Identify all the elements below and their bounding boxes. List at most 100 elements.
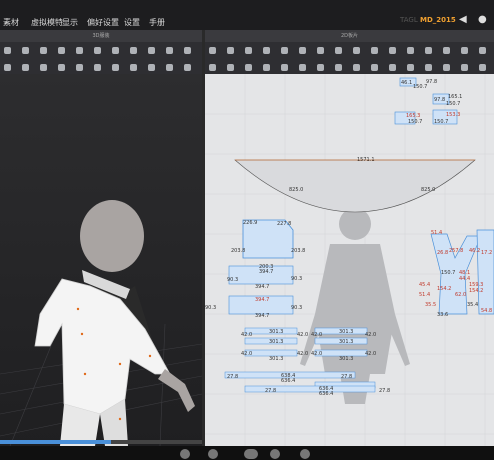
- viewport-2d[interactable]: 46.1 97.8 150.7 97.8 165.1 150.7 165.3 1…: [205, 74, 494, 446]
- volume-icon[interactable]: ◀: [459, 14, 467, 25]
- viewport-3d[interactable]: [0, 74, 202, 446]
- toolbar-tool-icon[interactable]: [22, 47, 29, 54]
- toolbar-tool-icon[interactable]: [461, 47, 468, 54]
- toolbar-tool-icon[interactable]: [425, 64, 432, 71]
- toolbar-tool-icon[interactable]: [299, 47, 306, 54]
- label-bt-3: 636.4: [281, 378, 295, 384]
- toolbar-tool-icon[interactable]: [112, 47, 119, 54]
- timeline-fill: [0, 440, 112, 444]
- toolbar-tool-icon[interactable]: [335, 47, 342, 54]
- toolbar-tool-icon[interactable]: [263, 64, 270, 71]
- toolbar-tool-icon[interactable]: [209, 47, 216, 54]
- right-edge-piece: [476, 229, 494, 315]
- toolbar-tool-icon[interactable]: [166, 64, 173, 71]
- toolbar-tool-icon[interactable]: [353, 64, 360, 71]
- toolbar-tool-icon[interactable]: [461, 64, 468, 71]
- toolbar-tool-icon[interactable]: [58, 64, 65, 71]
- menu-avatar[interactable]: 虚拟模特: [31, 17, 63, 28]
- toolbar-tool-icon[interactable]: [407, 64, 414, 71]
- toolbar-tool-icon[interactable]: [245, 64, 252, 71]
- forward-icon[interactable]: [270, 449, 280, 459]
- toolbar-tool-icon[interactable]: [148, 64, 155, 71]
- label-rs-2: 257.8: [449, 248, 463, 254]
- toolbar-tool-icon[interactable]: [227, 47, 234, 54]
- toolbar-tool-icon[interactable]: [479, 47, 486, 54]
- label-rs-3: 46.2: [469, 248, 480, 254]
- label-bt-4: 27.8: [265, 388, 276, 394]
- toolbar-tool-icon[interactable]: [112, 64, 119, 71]
- label-bm-1: 394.7: [259, 269, 273, 275]
- toolbar-tool-icon[interactable]: [317, 47, 324, 54]
- user-icon[interactable]: ●: [478, 14, 487, 25]
- toolbar-tool-icon[interactable]: [245, 47, 252, 54]
- toolbar-tool-icon[interactable]: [389, 64, 396, 71]
- toolbar-tool-icon[interactable]: [76, 64, 83, 71]
- toolbar-tool-icon[interactable]: [22, 64, 29, 71]
- rewind-icon[interactable]: [208, 449, 218, 459]
- label-bl-0: 394.7: [255, 297, 269, 303]
- toolbar-tool-icon[interactable]: [425, 47, 432, 54]
- toolbar-tool-icon[interactable]: [371, 47, 378, 54]
- label-rs-8: 45.4: [419, 282, 430, 288]
- toolbar-tool-icon[interactable]: [281, 47, 288, 54]
- toolbar-tool-icon[interactable]: [227, 64, 234, 71]
- toolbar-tool-icon[interactable]: [443, 47, 450, 54]
- toolbar-tool-icon[interactable]: [4, 64, 11, 71]
- label-bt-1: 27.8: [341, 374, 352, 380]
- label-rs-9: 154.2: [437, 286, 451, 292]
- pause-icon[interactable]: [244, 449, 258, 459]
- toolbar-tool-icon[interactable]: [317, 64, 324, 71]
- menu-display[interactable]: 显示: [62, 17, 78, 28]
- label-bt-0: 27.8: [227, 374, 238, 380]
- label-tr-7: 150.7: [408, 119, 422, 125]
- toolbar-tool-icon[interactable]: [40, 47, 47, 54]
- toolbar-tool-icon[interactable]: [184, 47, 191, 54]
- avatar-head: [80, 200, 144, 272]
- label-rs-5: 150.7: [441, 270, 455, 276]
- label-bl-3: 90.3: [291, 305, 302, 311]
- toolbar-tool-icon[interactable]: [130, 64, 137, 71]
- toolbar-tool-icon[interactable]: [389, 47, 396, 54]
- toolbar-tool-icon[interactable]: [94, 64, 101, 71]
- toolbar-tool-icon[interactable]: [353, 47, 360, 54]
- label-tr-3: 97.8: [434, 97, 445, 103]
- toolbar-tool-icon[interactable]: [335, 64, 342, 71]
- toolbar-tool-icon[interactable]: [130, 47, 137, 54]
- label-st-4: 42.0: [311, 332, 322, 338]
- label-rs-17: 54.8: [481, 308, 492, 314]
- toolbar-tool-icon[interactable]: [148, 47, 155, 54]
- toolbar-tool-icon[interactable]: [58, 47, 65, 54]
- menu-preferences[interactable]: 偏好设置: [87, 17, 119, 28]
- toolbar-tool-icon[interactable]: [299, 64, 306, 71]
- toolbar-tool-icon[interactable]: [479, 64, 486, 71]
- toolbar-tool-icon[interactable]: [371, 64, 378, 71]
- menu-settings[interactable]: 设置: [124, 17, 140, 28]
- toolbar-tool-icon[interactable]: [4, 47, 11, 54]
- label-sleeve-1: 227.8: [277, 221, 291, 227]
- label-arc-2: 825.0: [421, 187, 435, 193]
- menu-manual[interactable]: 手册: [149, 17, 165, 28]
- label-st-9: 42.0: [297, 351, 308, 357]
- label-rs-11: 154.2: [469, 288, 483, 294]
- toolbar-tool-icon[interactable]: [40, 64, 47, 71]
- toolbar-tool-icon[interactable]: [443, 64, 450, 71]
- label-st-3: 42.0: [297, 332, 308, 338]
- toolbar-tool-icon[interactable]: [166, 47, 173, 54]
- jacket: [34, 278, 171, 415]
- previous-icon[interactable]: [180, 449, 190, 459]
- label-st-0: 301.3: [269, 329, 283, 335]
- next-icon[interactable]: [300, 449, 310, 459]
- label-st-2: 42.0: [241, 332, 252, 338]
- toolbar-tool-icon[interactable]: [407, 47, 414, 54]
- toolbar-tool-icon[interactable]: [94, 47, 101, 54]
- arc-pattern: [234, 159, 476, 213]
- label-bt-7: 636.4: [319, 391, 333, 397]
- toolbar-tool-icon[interactable]: [281, 64, 288, 71]
- toolbar-tool-icon[interactable]: [209, 64, 216, 71]
- label-tr-8: 153.3: [446, 112, 460, 118]
- timeline-track[interactable]: [0, 440, 202, 444]
- toolbar-tool-icon[interactable]: [184, 64, 191, 71]
- menu-materials[interactable]: 素材: [3, 17, 19, 28]
- toolbar-tool-icon[interactable]: [76, 47, 83, 54]
- toolbar-tool-icon[interactable]: [263, 47, 270, 54]
